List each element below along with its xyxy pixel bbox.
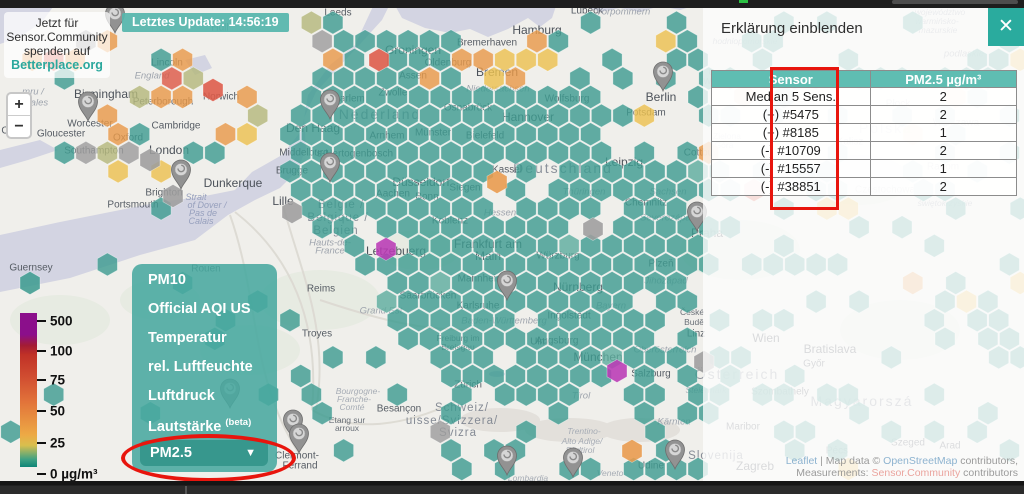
table-row: (-) #107092 [712, 142, 1017, 160]
table-row: (+) #54752 [712, 106, 1017, 124]
donation-line3: spenden auf [4, 44, 110, 58]
zoom-in-button[interactable]: + [8, 94, 30, 116]
legend-tick [37, 350, 46, 352]
donation-box: Jetzt für Sensor.Community spenden auf B… [4, 12, 110, 78]
leaflet-link[interactable]: Leaflet [786, 455, 818, 467]
legend-tick [37, 379, 46, 381]
annotation-ellipse-pm25-selector [121, 434, 296, 482]
table-row: (-) #388512 [712, 178, 1017, 196]
table-row: (+) #81851 [712, 124, 1017, 142]
legend-tick-label: 500 [50, 314, 73, 329]
sensor-value-cell: 2 [870, 88, 1016, 106]
annotation-rectangle-sensor-column [770, 67, 839, 210]
legend-tick-label: 75 [50, 373, 65, 388]
table-row: Median 5 Sens.2 [712, 88, 1017, 106]
close-panel-button[interactable]: ✕ [988, 8, 1024, 46]
chrome-divider [185, 486, 187, 494]
legend-tick-label: 25 [50, 436, 65, 451]
map-marker[interactable] [321, 153, 340, 182]
chrome-segment [892, 0, 1018, 4]
table-row: (-) #155571 [712, 160, 1017, 178]
explanation-panel: Erklärung einblenden ✕ Sensor PM2.5 µg/m… [703, 8, 1024, 481]
legend-tick-label: 0 µg/m³ [50, 467, 98, 482]
legend-tick [37, 410, 46, 412]
osm-link[interactable]: OpenStreetMap [883, 455, 957, 467]
menu-item-pm10[interactable]: PM10 [148, 272, 186, 288]
map-marker[interactable] [321, 90, 340, 119]
sensor-community-credit: Sensor.Community [872, 467, 961, 479]
legend-tick-label: 50 [50, 404, 65, 419]
map-marker[interactable] [666, 440, 685, 469]
green-indicator [739, 0, 748, 3]
map-marker[interactable] [498, 271, 517, 300]
map-marker[interactable] [498, 446, 517, 475]
color-scale-legend: 500 100 75 50 25 0 µg/m³ [0, 305, 110, 480]
menu-item-luftdruck[interactable]: Luftdruck [148, 388, 215, 404]
sensor-table: Sensor PM2.5 µg/m³ Median 5 Sens.2(+) #5… [711, 70, 1017, 196]
zoom-control: + − [6, 92, 32, 139]
map-marker[interactable] [564, 448, 583, 477]
close-icon: ✕ [998, 16, 1014, 37]
sensor-value-cell: 1 [870, 160, 1016, 178]
top-chrome-bar [0, 0, 1024, 8]
value-column-header: PM2.5 µg/m³ [870, 71, 1016, 88]
map-marker[interactable] [172, 160, 191, 189]
menu-item-rel-luftfeuchte[interactable]: rel. Luftfeuchte [148, 359, 253, 375]
sensor-community-map-app: LeedsHullLincolnEnglandBirminghamPeterbo… [0, 0, 1024, 494]
map-marker[interactable] [654, 62, 673, 91]
menu-item-lautstaerke[interactable]: Lautstärke (beta) [148, 417, 251, 435]
explanation-toggle[interactable]: Erklärung einblenden [721, 20, 863, 37]
legend-tick-label: 100 [50, 344, 73, 359]
legend-gradient-bar [20, 313, 37, 467]
menu-item-official-aqi-us[interactable]: Official AQI US [148, 301, 251, 317]
map-marker[interactable] [290, 424, 309, 453]
sensor-value-cell: 2 [870, 178, 1016, 196]
sensor-value-cell: 1 [870, 124, 1016, 142]
betterplace-link[interactable]: Betterplace.org [11, 58, 103, 72]
sensor-value-cell: 2 [870, 142, 1016, 160]
sensor-value-cell: 2 [870, 106, 1016, 124]
map-marker[interactable] [79, 92, 98, 121]
legend-tick [37, 442, 46, 444]
donation-line2: Sensor.Community [4, 30, 110, 44]
donation-line1: Jetzt für [4, 16, 110, 30]
map-attribution: Leaflet | Map data © OpenStreetMap contr… [786, 455, 1018, 479]
legend-tick [37, 320, 46, 322]
beta-tag: (beta) [225, 417, 251, 428]
legend-tick [37, 473, 46, 475]
menu-item-temperatur[interactable]: Temperatur [148, 330, 227, 346]
bottom-chrome-bar [0, 481, 1024, 494]
last-update-badge: Letztes Update: 14:56:19 [122, 13, 289, 32]
zoom-out-button[interactable]: − [8, 116, 30, 137]
